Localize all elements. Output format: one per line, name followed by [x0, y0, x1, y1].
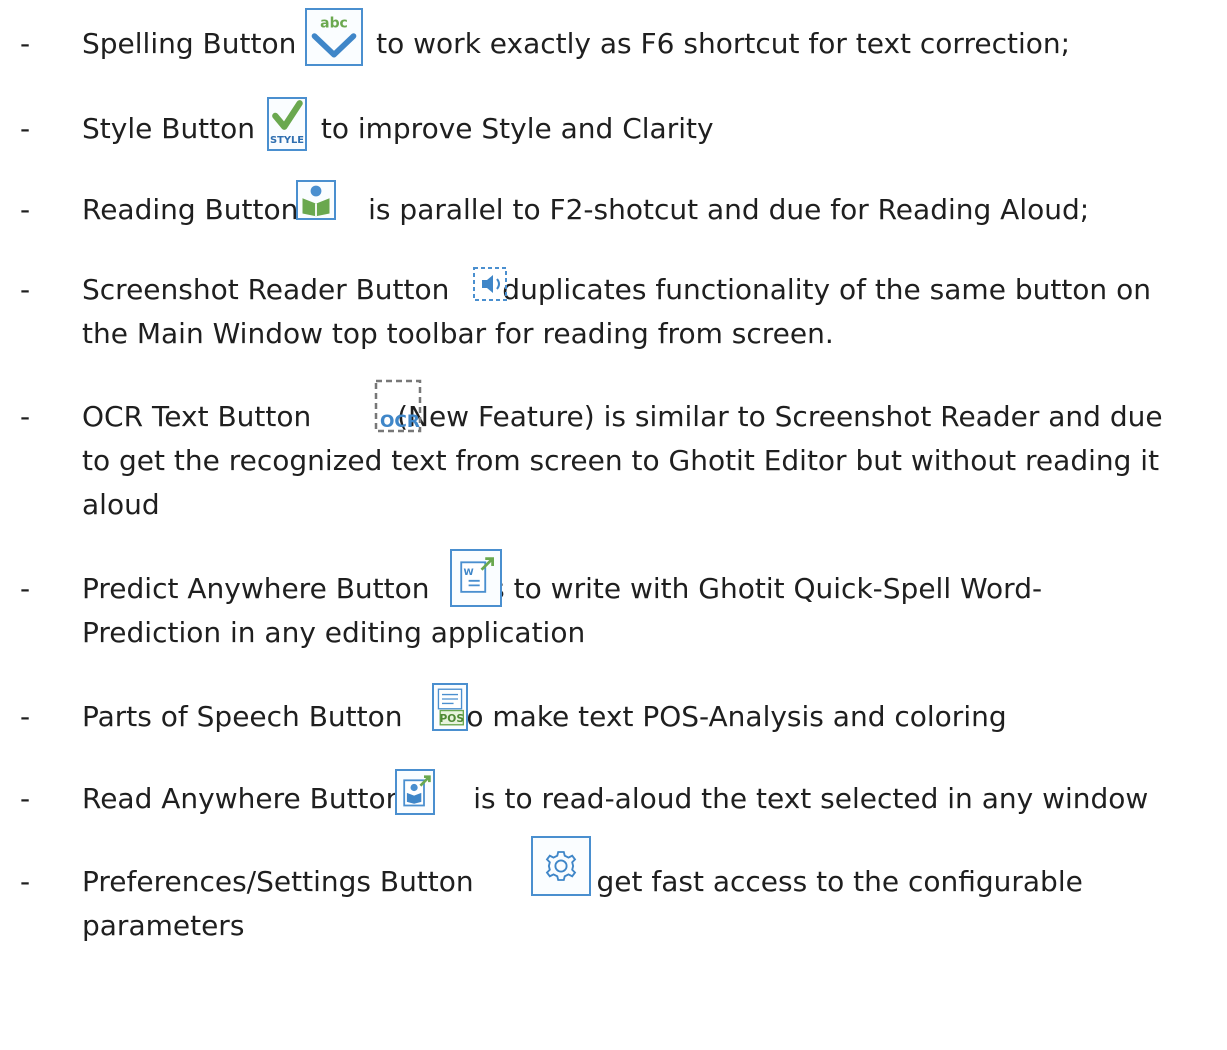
list-item-line: Style Button to improve Style and Clarit…	[82, 107, 714, 151]
list-bullet: -	[20, 782, 31, 815]
parts-of-speech-icon[interactable]: POS	[432, 683, 468, 731]
list-bullet: -	[20, 193, 31, 226]
item-description: is parallel to F2-shotcut and due for Re…	[368, 193, 1090, 226]
screenshot-reader-icon[interactable]	[472, 266, 508, 302]
list-bullet: -	[20, 700, 31, 733]
list-item-line: Parts of Speech Button to make text POS-…	[82, 695, 1007, 739]
ocr-icon-text: OCR	[380, 412, 420, 432]
item-label: Spelling Button	[82, 27, 297, 60]
item-label: Read Anywhere Button	[82, 782, 404, 815]
list-item-line: Screenshot Reader Button duplicates func…	[82, 268, 1151, 312]
item-description: to work exactly as F6 shortcut for text …	[376, 27, 1071, 60]
list-bullet: -	[20, 572, 31, 605]
list-item-line: to get the recognized text from screen t…	[82, 444, 1160, 477]
list-bullet: -	[20, 112, 31, 145]
spelling-icon[interactable]: abc	[305, 8, 363, 66]
item-label: Style Button	[82, 112, 256, 145]
predict-icon-text: W	[464, 567, 474, 578]
gear-icon[interactable]	[531, 836, 591, 896]
list-item: - OCR Text Button (New Feature) is simil…	[20, 379, 1217, 535]
list-item-line: Predict Anywhere Button is to write with…	[82, 567, 1042, 611]
list-item: - Spelling Button to work exactly as F6 …	[20, 8, 1217, 72]
spelling-icon-text: abc	[320, 16, 348, 32]
item-description: is to write with Ghotit Quick-Spell Word…	[482, 572, 1043, 605]
item-description: duplicates functionality of the same but…	[502, 273, 1151, 306]
list-item-line: parameters	[82, 909, 245, 942]
item-label: Preferences/Settings Button	[82, 865, 474, 898]
list-item: - Reading Button is parallel to F2-shotc…	[20, 180, 1217, 238]
list-item: - Style Button to improve Style and Clar…	[20, 97, 1217, 157]
list-item-line: OCR Text Button (New Feature) is similar…	[82, 395, 1163, 439]
predict-anywhere-icon[interactable]: W	[450, 549, 502, 607]
list-item: - Preferences/Settings Button to get fas…	[20, 836, 1217, 970]
item-label: Reading Button	[82, 193, 299, 226]
style-icon[interactable]: STYLE	[267, 97, 307, 151]
list-bullet: -	[20, 400, 31, 433]
read-anywhere-icon[interactable]	[395, 769, 435, 815]
item-label: Screenshot Reader Button	[82, 273, 450, 306]
list-item-line: aloud	[82, 488, 160, 521]
list-bullet: -	[20, 27, 31, 60]
list-item-line: the Main Window top toolbar for reading …	[82, 317, 834, 350]
item-description: to improve Style and Clarity	[320, 112, 714, 145]
item-label: OCR Text Button	[82, 400, 312, 433]
item-description: to get fast access to the configurable	[559, 865, 1083, 898]
reading-icon[interactable]	[296, 180, 336, 220]
list-item-line: Reading Button is parallel to F2-shotcut…	[82, 188, 1089, 232]
list-item: - Predict Anywhere Button is to write wi…	[20, 549, 1217, 659]
item-description: is to read-aloud the text selected in an…	[473, 782, 1149, 815]
list-item: - Read Anywhere Button is to read-aloud …	[20, 769, 1217, 827]
list-bullet: -	[20, 273, 31, 306]
item-description: to make text POS-Analysis and coloring	[455, 700, 1007, 733]
ocr-icon[interactable]: OCR	[372, 377, 424, 435]
item-label: Parts of Speech Button	[82, 700, 403, 733]
list-item-line: Prediction in any editing application	[82, 616, 586, 649]
item-label: Predict Anywhere Button	[82, 572, 430, 605]
list-item-line: Spelling Button to work exactly as F6 sh…	[82, 22, 1070, 66]
list-item: - Parts of Speech Button to make text PO…	[20, 683, 1217, 745]
list-item: - Screenshot Reader Button duplicates fu…	[20, 266, 1217, 360]
style-icon-text: STYLE	[270, 135, 304, 146]
pos-icon-text: POS	[440, 712, 465, 725]
list-item-line: Read Anywhere Button is to read-aloud th…	[82, 777, 1148, 821]
list-bullet: -	[20, 865, 31, 898]
item-description: (New Feature) is similar to Screenshot R…	[397, 400, 1163, 433]
